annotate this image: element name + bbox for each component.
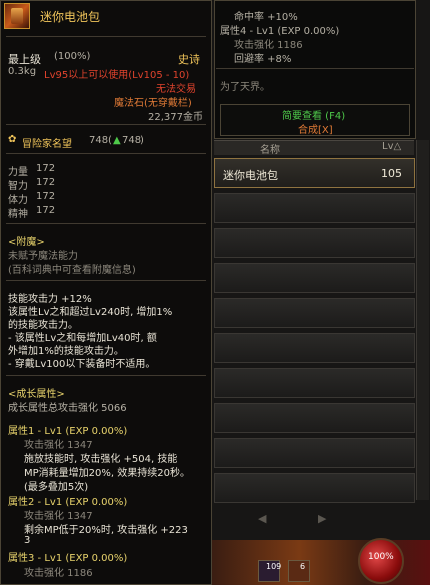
attr4-label: 属性4 - Lv1 (EXP 0.00%) xyxy=(220,26,340,37)
quickslot-2[interactable] xyxy=(288,560,310,582)
prev-page-icon[interactable]: ◀ xyxy=(258,512,266,525)
enchant-hint: (百科词典中可查看附魔信息) xyxy=(8,265,136,276)
empty-slot[interactable] xyxy=(214,228,415,258)
empty-slot[interactable] xyxy=(214,193,415,223)
attr2-label: 属性2 - Lv1 (EXP 0.00%) xyxy=(8,497,128,508)
stat-int-value: 172 xyxy=(36,177,56,188)
attr4-atk: 攻击强化 1186 xyxy=(234,40,303,51)
max-level-label: 最上级 xyxy=(8,53,41,66)
divider xyxy=(6,153,206,154)
item-name: 迷你电池包 xyxy=(40,10,101,24)
divider xyxy=(6,124,206,125)
attr3-label: 属性3 - Lv1 (EXP 0.00%) xyxy=(8,553,128,564)
growth-total: 成长属性总攻击强化 5066 xyxy=(8,403,127,414)
attr1-desc-3: (最多叠加5次) xyxy=(24,482,89,493)
attr1-atk: 攻击强化 1347 xyxy=(24,440,93,451)
brief-view-button[interactable]: 简要查看 (F4) xyxy=(282,107,345,122)
battery-pack-icon xyxy=(4,3,30,29)
item-weight: 0.3kg xyxy=(8,66,37,77)
attr2-atk: 攻击强化 1347 xyxy=(24,511,93,522)
next-page-icon[interactable]: ▶ xyxy=(318,512,326,525)
level-requirement: Lv95以上可以使用(Lv105 - 10) xyxy=(44,70,190,81)
quickslot-2-count: 6 xyxy=(300,562,306,571)
attr2-desc-1: 剩余MP低于20%时, 攻击强化 +223 xyxy=(24,525,188,536)
enchant-title: <附魔> xyxy=(8,237,45,248)
fame-label: 冒险家名望 xyxy=(22,139,72,150)
quickslot-1-count: 109 xyxy=(266,562,282,571)
divider xyxy=(6,375,206,376)
list-item-level: 105 xyxy=(381,167,402,180)
enchant-none: 未赋予魔法能力 xyxy=(8,251,78,262)
slot-type-label: 魔法石(无穿戴栏) xyxy=(114,98,192,109)
fame-arrow-icon: ( xyxy=(108,135,112,146)
no-trade-label: 无法交易 xyxy=(156,84,196,95)
list-item[interactable]: 迷你电池包 105 xyxy=(214,158,415,188)
empty-slot[interactable] xyxy=(214,333,415,363)
attr1-label: 属性1 - Lv1 (EXP 0.00%) xyxy=(8,426,128,437)
item-price: 22,377金币 xyxy=(148,112,203,123)
list-item-name: 迷你电池包 xyxy=(223,169,278,182)
fame-up-icon: ▲ xyxy=(113,135,121,146)
empty-slot[interactable] xyxy=(214,473,415,503)
divider xyxy=(6,280,206,281)
list-header: 名称 Lv△ xyxy=(214,140,414,156)
skill-line-6: - 穿戴Lv100以下装备时不适用。 xyxy=(8,359,156,370)
empty-slot[interactable] xyxy=(214,298,415,328)
attr3-atk: 攻击强化 1186 xyxy=(24,568,93,579)
stat-spi-value: 172 xyxy=(36,205,56,216)
rarity-label: 史诗 xyxy=(178,53,200,66)
stat-int-label: 智力 xyxy=(8,181,28,192)
empty-slot[interactable] xyxy=(214,438,415,468)
stat-vit-label: 体力 xyxy=(8,195,28,206)
divider xyxy=(216,68,414,69)
attr2-desc-2: 3 xyxy=(24,535,31,546)
fame-paren: ) xyxy=(140,135,144,146)
col-name-header[interactable]: 名称 xyxy=(260,141,280,156)
growth-title: <成长属性> xyxy=(8,389,65,400)
quality-percent: (100%) xyxy=(54,51,91,62)
fame-icon: ✿ xyxy=(8,134,17,145)
scrollbar[interactable] xyxy=(416,140,429,500)
attr1-desc-2: MP消耗量增加20%, 效果持续20秒。 xyxy=(24,468,190,479)
divider xyxy=(6,223,206,224)
divider xyxy=(6,36,206,37)
empty-slot[interactable] xyxy=(214,368,415,398)
flavor-text: 为了天界。 xyxy=(220,82,270,93)
attr1-desc-1: 施放技能时, 攻击强化 +504, 技能 xyxy=(24,454,178,465)
fame-value-2: 748 xyxy=(122,135,142,146)
stat-vit-value: 172 xyxy=(36,191,56,202)
hit-rate: 命中率 +10% xyxy=(234,12,298,23)
stat-str-value: 172 xyxy=(36,163,56,174)
hp-percent: 100% xyxy=(368,552,394,562)
stat-spi-label: 精神 xyxy=(8,209,28,220)
stat-str-label: 力量 xyxy=(8,167,28,178)
fame-value: 748 xyxy=(89,135,109,146)
evade-rate: 回避率 +8% xyxy=(234,54,292,65)
empty-slot[interactable] xyxy=(214,403,415,433)
col-level-header[interactable]: Lv△ xyxy=(382,141,401,152)
empty-slot[interactable] xyxy=(214,263,415,293)
synthesize-button[interactable]: 合成[X] xyxy=(298,121,333,136)
